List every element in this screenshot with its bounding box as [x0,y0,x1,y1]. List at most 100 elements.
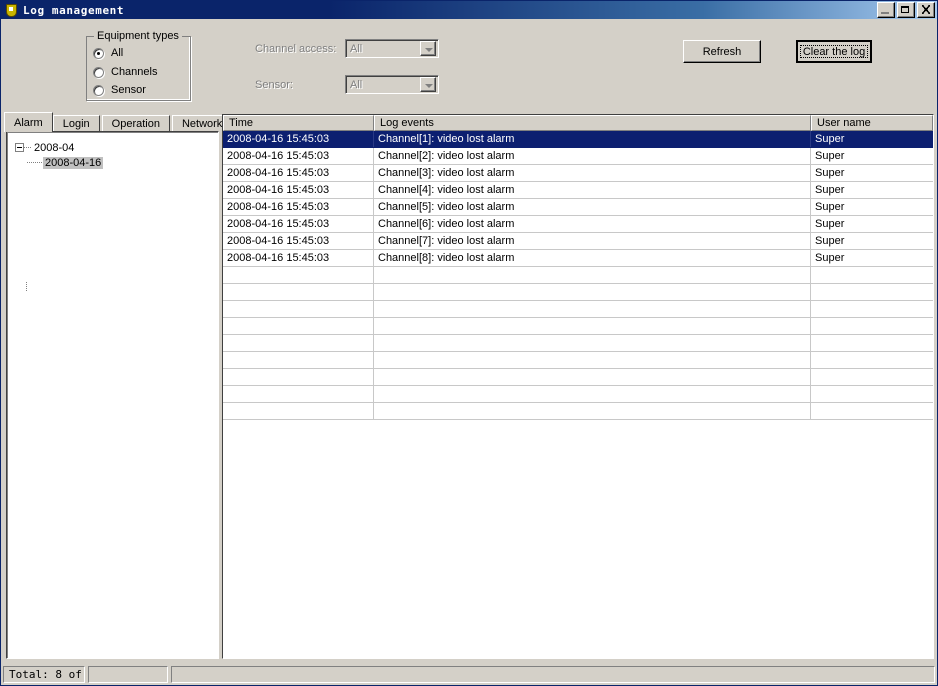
cell-log-event: Channel[7]: video lost alarm [374,233,811,249]
tree-node-2008-04-16[interactable]: 2008-04-16 [27,155,104,170]
close-icon[interactable] [917,2,935,18]
cell-user-name [811,318,933,334]
table-row[interactable]: 2008-04-16 15:45:03 Channel[1]: video los… [223,131,933,148]
table-row-empty[interactable] [223,369,933,386]
cell-log-event [374,318,811,334]
maximize-icon[interactable] [897,2,915,18]
cell-log-event: Channel[1]: video lost alarm [374,131,811,147]
cell-log-event: Channel[3]: video lost alarm [374,165,811,181]
log-management-window: Log management Equipment types All Chann… [0,0,938,686]
cell-user-name: Super [815,184,845,196]
table-row-empty[interactable] [223,267,933,284]
tree-connector [27,162,43,163]
tree-node-root[interactable]: 2008-04 [15,140,76,155]
cell-user-name [811,267,933,283]
cell-time: 2008-04-16 15:45:03 [223,182,374,198]
status-total: Total: 8 of [3,665,85,683]
cell-time [223,386,374,402]
cell-log-event [374,267,811,283]
cell-user-name: Super [815,218,845,230]
cell-log-event [374,386,811,402]
cell-log-event: Channel[5]: video lost alarm [374,199,811,215]
cell-time: 2008-04-16 15:45:03 [223,165,374,181]
table-row-empty[interactable] [223,386,933,403]
column-header-time[interactable]: Time [223,115,374,131]
title-bar[interactable]: Log management [1,1,937,19]
cell-user-name: Super [815,252,845,264]
table-row[interactable]: 2008-04-16 15:45:03 Channel[8]: video los… [223,250,933,267]
tab-operation[interactable]: Operation [101,115,170,132]
table-row-empty[interactable] [223,318,933,335]
table-row-empty[interactable] [223,403,933,420]
tab-login-label: Login [62,118,90,130]
window-title: Log management [23,3,125,17]
cell-time [223,284,374,300]
cell-log-event [374,403,811,419]
channel-access-label: Channel access: [255,43,337,55]
tree-connector [24,147,32,148]
shield-icon [4,3,18,17]
radio-channels[interactable]: Channels [93,65,157,79]
log-list-view[interactable]: Time Log events User name 2008-04-16 15:… [222,114,934,659]
tab-strip: Alarm Login Operation Network [4,112,234,132]
cell-log-event [374,369,811,385]
tree-node-root-label: 2008-04 [34,141,75,154]
column-header-user-name[interactable]: User name [811,115,933,131]
cell-user-name [811,335,933,351]
table-row[interactable]: 2008-04-16 15:45:03 Channel[7]: video los… [223,233,933,250]
tab-alarm[interactable]: Alarm [4,112,53,132]
cell-user-name: Super [815,133,845,145]
table-row[interactable]: 2008-04-16 15:45:03 Channel[4]: video los… [223,182,933,199]
radio-channels-indicator [93,66,104,78]
radio-sensor[interactable]: Sensor [93,83,146,97]
tree-connector-vertical [26,282,27,292]
refresh-button[interactable]: Refresh [683,40,761,63]
cell-user-name: Super [815,150,845,162]
table-row-empty[interactable] [223,301,933,318]
cell-time [223,403,374,419]
cell-time: 2008-04-16 15:45:03 [223,250,374,266]
table-row[interactable]: 2008-04-16 15:45:03 Channel[2]: video los… [223,148,933,165]
table-row-empty[interactable] [223,284,933,301]
collapse-icon[interactable] [15,143,24,152]
clear-log-button-label: Clear the log [802,45,866,58]
cell-user-name [811,369,933,385]
cell-time [223,318,374,334]
tab-network-label: Network [181,118,223,130]
channel-access-value: All [350,42,363,55]
status-bar: Total: 8 of [3,665,935,683]
cell-log-event [374,284,811,300]
table-row-empty[interactable] [223,352,933,369]
refresh-button-label: Refresh [702,45,742,58]
cell-user-name [811,386,933,402]
tab-login[interactable]: Login [52,115,100,132]
window-controls [877,2,935,18]
table-row-empty[interactable] [223,335,933,352]
minimize-icon[interactable] [877,2,895,18]
log-list-header: Time Log events User name [223,115,933,131]
table-row[interactable]: 2008-04-16 15:45:03 Channel[3]: video los… [223,165,933,182]
cell-user-name [811,352,933,368]
cell-log-event [374,352,811,368]
table-row[interactable]: 2008-04-16 15:45:03 Channel[6]: video los… [223,216,933,233]
radio-sensor-indicator [93,84,104,96]
status-panel-3 [171,665,935,683]
radio-all[interactable]: All [93,46,123,60]
radio-all-indicator [93,47,104,59]
tab-alarm-label: Alarm [14,116,43,129]
cell-time: 2008-04-16 15:45:03 [223,233,374,249]
cell-user-name [811,301,933,317]
chevron-down-icon[interactable] [420,77,436,92]
tree-node-2008-04-16-label: 2008-04-16 [43,156,104,169]
column-header-log-events[interactable]: Log events [374,115,811,131]
date-tree-panel[interactable]: 2008-04 2008-04-16 [6,131,219,659]
clear-log-button[interactable]: Clear the log [796,40,872,63]
channel-access-select[interactable]: All [345,39,439,58]
equipment-types-legend: Equipment types [94,30,182,42]
table-row[interactable]: 2008-04-16 15:45:03 Channel[5]: video los… [223,199,933,216]
chevron-down-icon[interactable] [420,41,436,56]
cell-user-name [811,403,933,419]
sensor-select[interactable]: All [345,75,439,94]
cell-log-event: Channel[6]: video lost alarm [374,216,811,232]
tab-operation-label: Operation [111,118,160,130]
